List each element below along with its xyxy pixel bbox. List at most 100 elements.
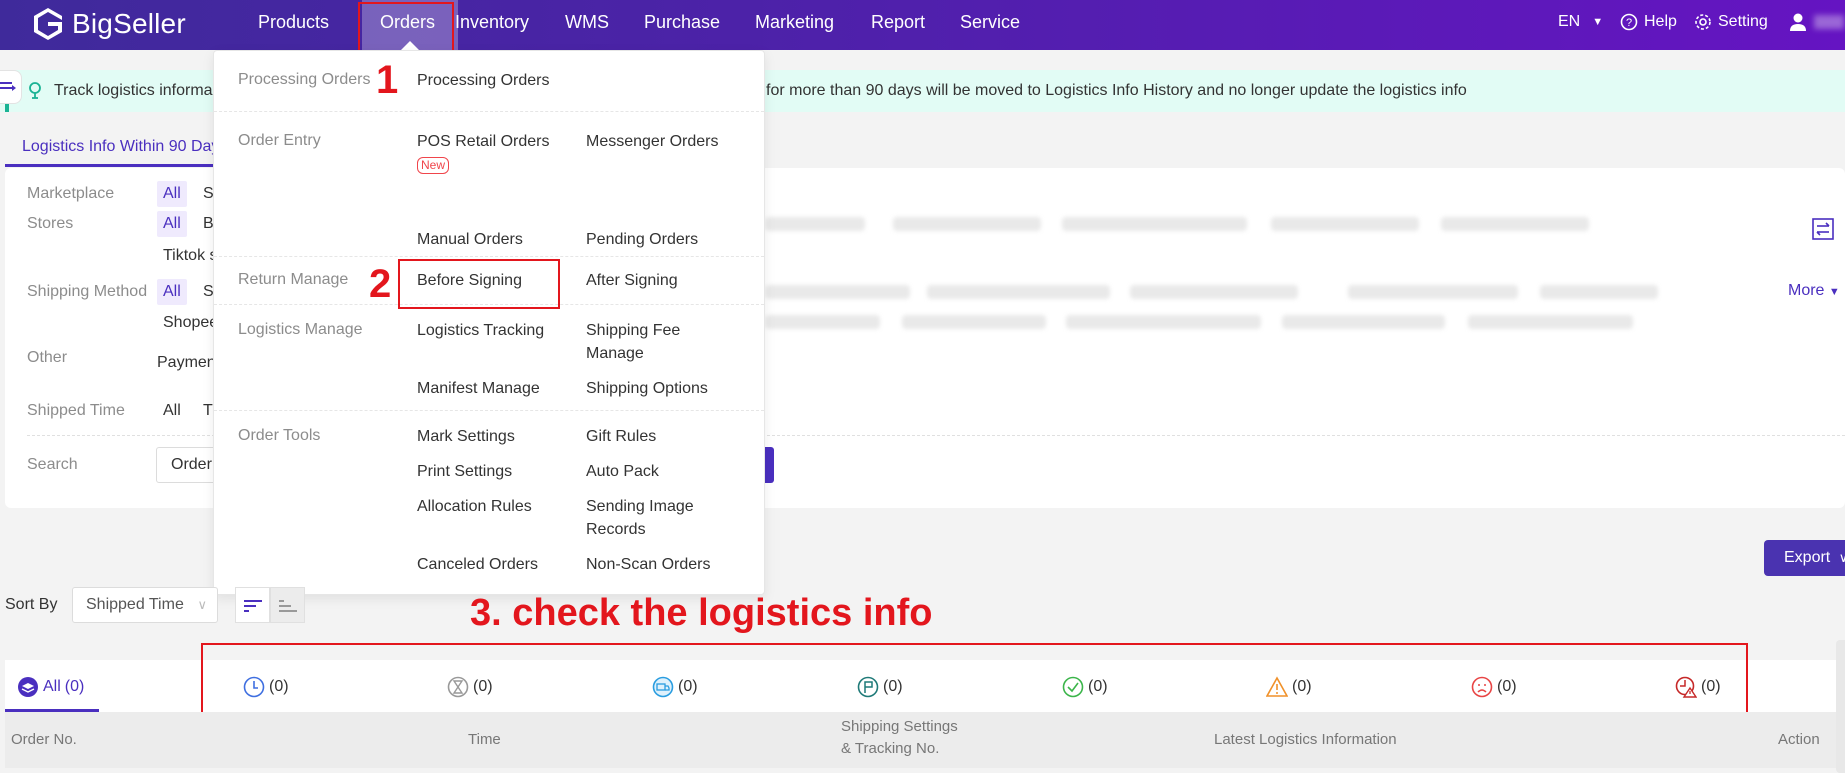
marketplace-all-chip[interactable]: All <box>157 181 187 207</box>
filter-label-other: Other <box>27 349 68 366</box>
menu-item-label: POS Retail Orders <box>417 133 550 150</box>
sort-by-value: Shipped Time <box>86 596 184 613</box>
annotation-box-orders <box>358 2 454 53</box>
other-option-payment[interactable]: Paymen <box>157 354 216 372</box>
export-button[interactable]: Export ∨ <box>1764 540 1845 576</box>
language-label: EN <box>1558 13 1581 30</box>
column-shipping-settings: Shipping Settings <box>841 718 958 735</box>
nav-report[interactable]: Report <box>857 0 939 50</box>
menu-item-gift-rules[interactable]: Gift Rules <box>586 425 656 448</box>
shipping-method-all-chip[interactable]: All <box>157 279 187 305</box>
table-header: Order No. Time Shipping Settings & Track… <box>5 712 1845 768</box>
nav-wms-label: WMS <box>565 12 609 32</box>
blurred-shipping-method <box>1130 285 1298 299</box>
nav-inventory-label: Inventory <box>455 12 530 32</box>
blurred-store <box>1062 217 1247 231</box>
blurred-shipping-method <box>1540 285 1658 299</box>
menu-item-print-settings[interactable]: Print Settings <box>417 460 512 483</box>
chevron-down-icon: ∨ <box>1838 550 1845 565</box>
status-tab-count: (0) <box>64 678 85 695</box>
shipped-time-option[interactable]: T <box>203 402 213 420</box>
sort-descending-button[interactable] <box>235 587 270 623</box>
setting-label: Setting <box>1718 13 1768 30</box>
svg-text:?: ? <box>1626 17 1632 29</box>
nav-purchase[interactable]: Purchase <box>630 0 734 50</box>
blurred-shipping-method <box>1066 315 1261 329</box>
menu-item-pos-retail-orders[interactable]: POS Retail Orders New <box>417 130 549 176</box>
annotation-step-3: 3. check the logistics info <box>470 592 933 634</box>
tab-logistics-within-90-days[interactable]: Logistics Info Within 90 Day <box>22 138 219 156</box>
layers-icon <box>18 677 38 697</box>
column-latest-logistics-info: Latest Logistics Information <box>1214 731 1397 748</box>
user-icon <box>1790 13 1806 31</box>
nav-inventory[interactable]: Inventory <box>441 0 543 50</box>
nav-wms[interactable]: WMS <box>551 0 623 50</box>
shipped-time-all[interactable]: All <box>163 402 181 420</box>
language-selector[interactable]: EN ▼ <box>1558 0 1603 44</box>
sidebar-toggle-button[interactable] <box>0 70 22 104</box>
menu-item-mark-settings[interactable]: Mark Settings <box>417 425 515 448</box>
column-time: Time <box>468 731 501 748</box>
menu-item-auto-pack[interactable]: Auto Pack <box>586 460 659 483</box>
menu-item-pending-orders[interactable]: Pending Orders <box>586 228 698 251</box>
lightbulb-icon <box>29 82 41 99</box>
menu-item-after-signing[interactable]: After Signing <box>586 269 678 292</box>
menu-item-logistics-tracking[interactable]: Logistics Tracking <box>417 319 544 342</box>
filter-label-shipped-time: Shipped Time <box>27 402 125 419</box>
gear-icon <box>1695 14 1711 30</box>
menu-item-manifest-manage[interactable]: Manifest Manage <box>417 377 540 400</box>
nav-report-label: Report <box>871 12 926 32</box>
brand-logo[interactable]: BigSeller <box>32 6 186 42</box>
stores-option-tiktok[interactable]: Tiktok s <box>163 247 218 265</box>
menu-item-canceled-orders[interactable]: Canceled Orders <box>417 553 538 576</box>
menu-item-allocation-rules[interactable]: Allocation Rules <box>417 495 532 518</box>
blurred-shipping-method <box>927 285 1110 299</box>
sort-desc-icon <box>244 600 262 612</box>
swap-view-icon[interactable] <box>1812 218 1834 240</box>
help-link[interactable]: ? Help <box>1620 0 1677 44</box>
chevron-down-icon: ∨ <box>197 597 207 612</box>
notice-text-start: Track logistics informa <box>54 82 213 99</box>
nav-products-label: Products <box>258 12 330 32</box>
blurred-store <box>1271 217 1419 231</box>
nav-service[interactable]: Service <box>946 0 1034 50</box>
status-tab-all[interactable]: All (0) <box>17 676 84 698</box>
top-navigation-bar: BigSeller Products Orders Inventory WMS … <box>0 0 1845 50</box>
orders-dropdown-menu: Processing Orders Processing Orders Orde… <box>213 50 765 595</box>
sort-ascending-button[interactable] <box>270 587 305 623</box>
filter-label-stores: Stores <box>27 215 74 232</box>
sort-by-label: Sort By <box>5 596 58 613</box>
annotation-step-2: 2 <box>369 262 392 306</box>
stores-all-chip[interactable]: All <box>157 211 187 237</box>
menu-group-title: Order Entry <box>238 132 321 149</box>
menu-group-logistics-manage: Logistics Manage Logistics Tracking Ship… <box>214 305 764 411</box>
new-badge: New <box>417 157 450 174</box>
page-scrollbar[interactable] <box>1836 640 1845 773</box>
nav-products[interactable]: Products <box>244 0 343 50</box>
blurred-shipping-method <box>765 285 910 299</box>
blurred-shipping-method <box>765 315 880 329</box>
more-filters-link[interactable]: More ▼ <box>1788 282 1840 300</box>
menu-item-shipping-fee-manage[interactable]: Shipping Fee Manage <box>586 319 716 365</box>
nav-marketing[interactable]: Marketing <box>741 0 848 50</box>
setting-link[interactable]: Setting <box>1694 0 1768 44</box>
menu-group-title: Logistics Manage <box>238 321 363 338</box>
sort-by-select[interactable]: Shipped Time ∨ <box>72 587 218 623</box>
user-menu[interactable] <box>1788 0 1844 44</box>
menu-collapse-icon <box>0 82 16 91</box>
caret-down-icon: ▼ <box>1592 16 1604 28</box>
shipping-method-option-shopee[interactable]: Shopee <box>163 314 218 332</box>
menu-item-shipping-options[interactable]: Shipping Options <box>586 377 708 400</box>
menu-item-messenger-orders[interactable]: Messenger Orders <box>586 130 719 153</box>
menu-item-manual-orders[interactable]: Manual Orders <box>417 228 523 251</box>
menu-item-processing-orders[interactable]: Processing Orders <box>417 69 550 92</box>
column-order-no: Order No. <box>11 731 77 748</box>
menu-item-sending-image-records[interactable]: Sending Image Records <box>586 495 706 541</box>
menu-item-non-scan-orders[interactable]: Non-Scan Orders <box>586 553 711 576</box>
annotation-box-logistics-tracking <box>398 259 560 309</box>
filter-label-search: Search <box>27 456 78 473</box>
blurred-store <box>765 217 865 231</box>
annotation-box-status-tabs <box>201 643 1748 717</box>
blurred-shipping-method <box>1282 315 1445 329</box>
column-tracking-no: & Tracking No. <box>841 740 940 757</box>
